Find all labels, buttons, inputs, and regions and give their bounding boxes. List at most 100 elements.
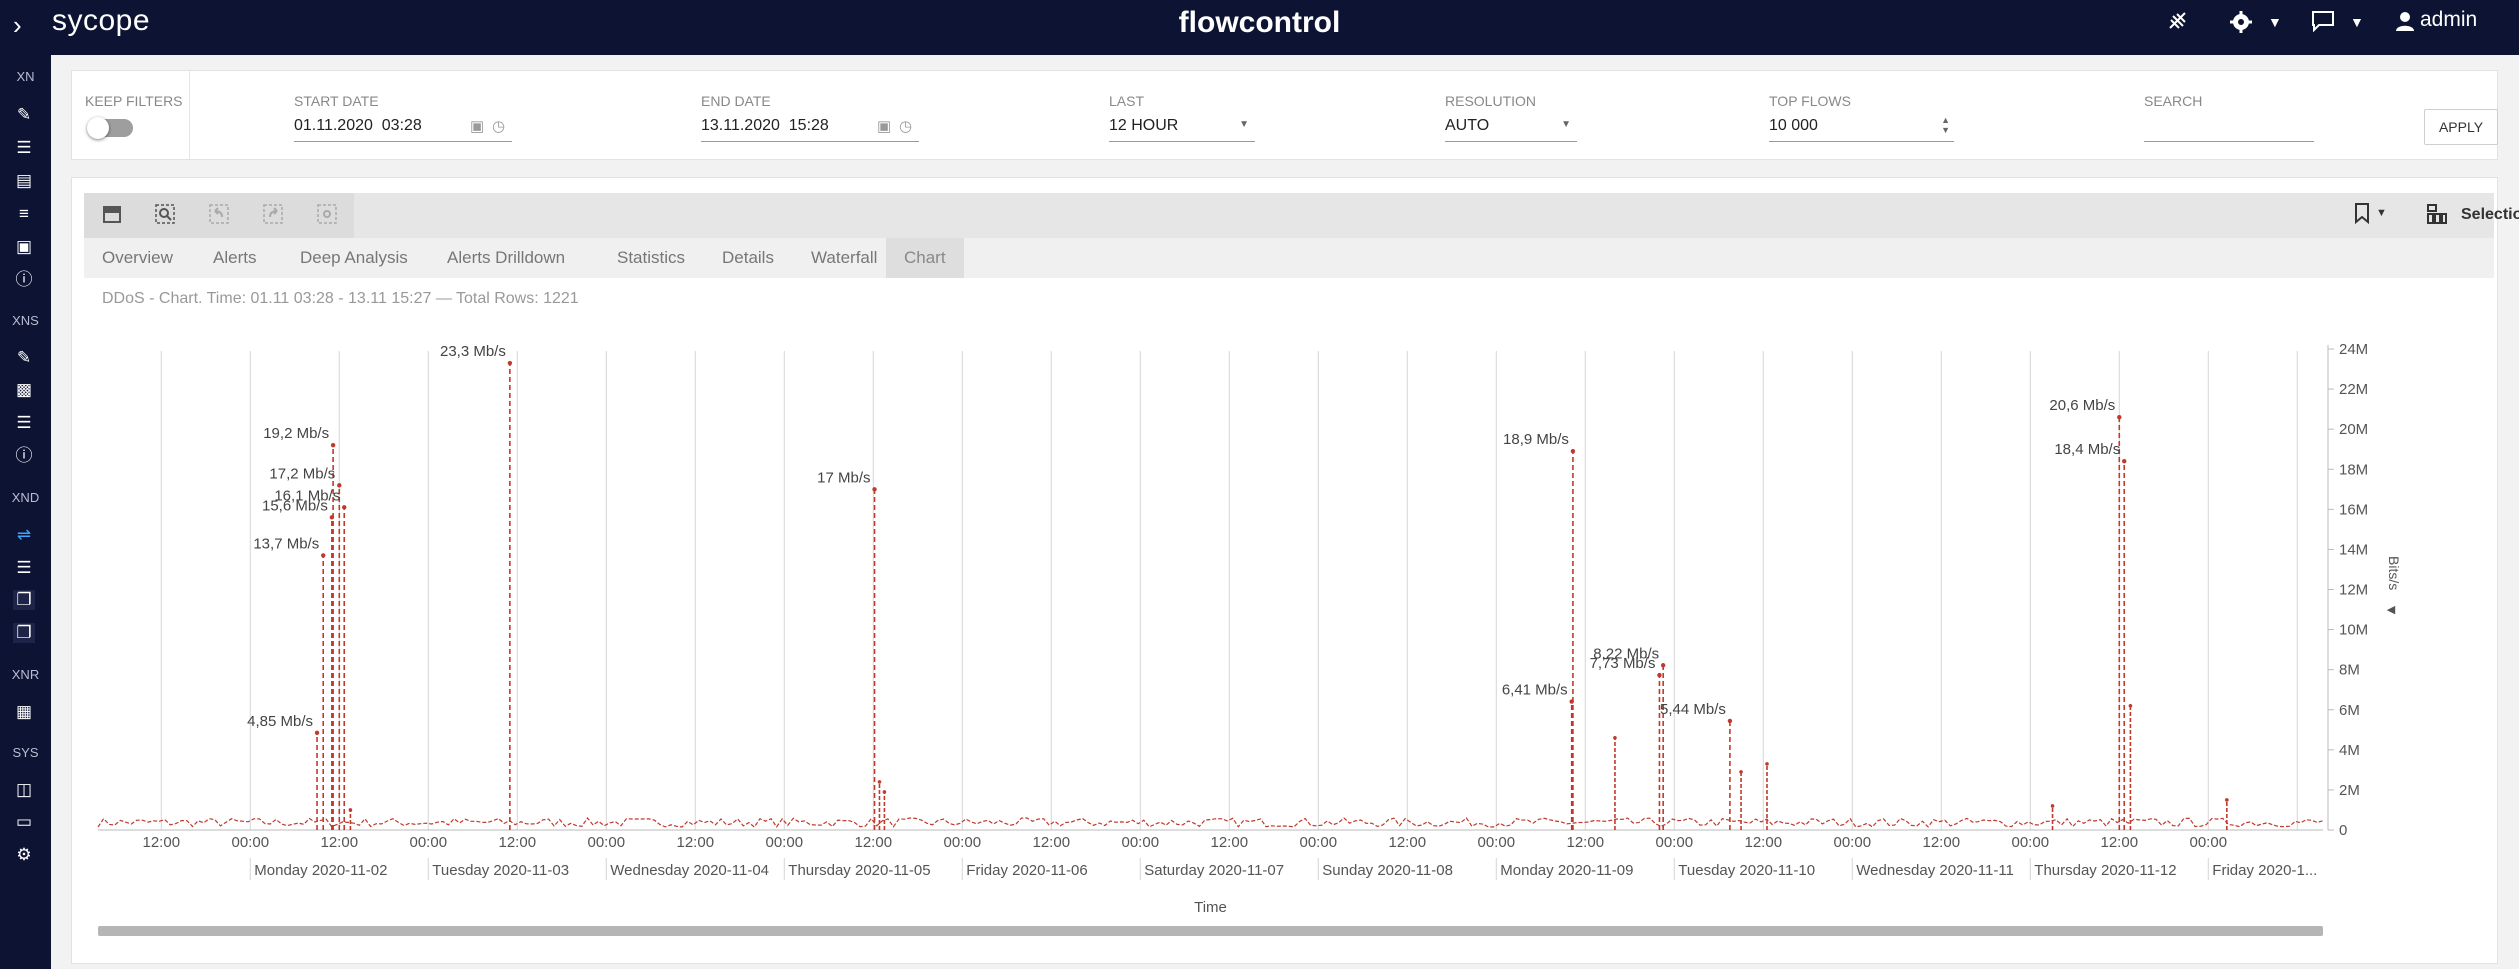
y-axis-title: Bits/s	[2386, 556, 2402, 590]
list-icon[interactable]: ☰	[13, 138, 35, 158]
x-tick-label: 00:00	[232, 834, 270, 851]
data-point	[2128, 703, 2133, 708]
data-label: 16,1 Mb/s	[274, 487, 340, 504]
y-tick-label: 12M	[2339, 582, 2368, 599]
expand-sidebar-icon[interactable]: ›	[13, 10, 22, 41]
data-point	[2225, 798, 2229, 802]
day-label: Sunday 2020-11-08	[1322, 862, 1453, 879]
keep-filters-toggle[interactable]	[87, 117, 133, 139]
collapse-axis-icon: ◀	[2387, 604, 2396, 616]
data-point	[2122, 459, 2127, 464]
end-date-field[interactable]: 13.11.2020 15:28 ▣ ◷	[701, 117, 919, 142]
x-tick-label: 12:00	[321, 834, 359, 851]
info-icon[interactable]: ⓘ	[13, 270, 35, 290]
last-select[interactable]: 12 HOUR ▼	[1109, 117, 1255, 142]
resolution-select[interactable]: AUTO ▼	[1445, 117, 1577, 142]
data-point	[1727, 718, 1733, 724]
x-tick-label: 12:00	[1211, 834, 1249, 851]
menu-icon[interactable]: ≡	[13, 204, 35, 224]
stack-icon[interactable]: ▤	[13, 171, 35, 191]
antenna-off-icon[interactable]	[2167, 10, 2189, 38]
divider	[189, 71, 190, 159]
search-input[interactable]	[2144, 117, 2314, 142]
flow-icon[interactable]: ⇌	[13, 525, 35, 545]
app-logo[interactable]: sycope	[52, 4, 150, 38]
x-tick-label: 12:00	[1567, 834, 1605, 851]
series-line-baseline	[97, 816, 2324, 828]
edit-icon[interactable]: ✎	[13, 105, 35, 125]
x-tick-label: 12:00	[499, 834, 537, 851]
data-point	[2117, 414, 2122, 420]
chevron-down-icon[interactable]: ▼	[2350, 14, 2364, 30]
resolution-value: AUTO	[1445, 117, 1490, 134]
day-label: Friday 2020-11-06	[966, 862, 1087, 879]
chat-icon[interactable]	[2311, 10, 2335, 38]
data-label: 17,2 Mb/s	[269, 465, 335, 482]
monitor-icon[interactable]: ▭	[13, 812, 35, 832]
top-flows-value: 10 000	[1769, 117, 1818, 134]
calendar-icon[interactable]: ▣	[13, 237, 35, 257]
data-point	[882, 790, 887, 794]
y-tick-label: 14M	[2339, 541, 2368, 558]
x-tick-label: 12:00	[1389, 834, 1427, 851]
cards-icon[interactable]: ❐	[13, 623, 35, 643]
app-title: flowcontrol	[1178, 6, 1341, 39]
day-label: Tuesday 2020-11-10	[1678, 862, 1815, 879]
cards-icon[interactable]: ❐	[13, 590, 35, 610]
x-tick-label: 00:00	[2190, 834, 2228, 851]
y-tick-label: 8M	[2339, 662, 2360, 679]
day-label: Monday 2020-11-02	[254, 862, 387, 879]
chevron-down-icon: ▼	[1561, 119, 1571, 130]
data-label: 4,85 Mb/s	[247, 713, 313, 730]
data-point	[877, 780, 882, 784]
grid-icon[interactable]: ▦	[13, 702, 35, 722]
data-label: 13,7 Mb/s	[253, 535, 319, 552]
apply-button[interactable]: APPLY	[2424, 109, 2498, 145]
last-label: LAST	[1109, 93, 1145, 109]
top-flows-label: TOP FLOWS	[1769, 93, 1851, 109]
edit-icon[interactable]: ✎	[13, 348, 35, 368]
data-point	[314, 730, 320, 735]
data-point	[1660, 663, 1666, 668]
chevron-down-icon[interactable]: ▼	[2268, 14, 2282, 30]
stepper-arrows-icon[interactable]: ▲ ▼	[1941, 115, 1950, 135]
y-tick-label: 22M	[2339, 381, 2368, 398]
top-flows-stepper[interactable]: 10 000 ▲ ▼	[1769, 115, 1954, 142]
image-icon[interactable]: ▩	[13, 380, 35, 400]
user-name[interactable]: admin	[2420, 8, 2477, 32]
settings-circle-icon[interactable]: ⚙	[13, 845, 35, 865]
sidebar-section-xnd: XND	[11, 490, 40, 505]
calendar-icon[interactable]: ▣	[877, 117, 891, 135]
horizontal-scrollbar	[98, 926, 2323, 936]
chevron-down-icon: ▼	[1239, 119, 1249, 130]
x-tick-label: 12:00	[677, 834, 715, 851]
y-tick-label: 16M	[2339, 501, 2368, 518]
x-tick-label: 00:00	[410, 834, 448, 851]
gear-icon[interactable]	[2229, 10, 2253, 40]
x-tick-label: 12:00	[1033, 834, 1071, 851]
data-point	[1739, 770, 1743, 774]
x-axis-title: Time	[1194, 899, 1227, 916]
y-tick-label: 18M	[2339, 461, 2368, 478]
sidebar-section-xns: XNS	[12, 313, 39, 328]
list-icon[interactable]: ☰	[13, 413, 35, 433]
data-point	[330, 443, 336, 448]
data-label: 18,4 Mb/s	[2054, 441, 2120, 458]
start-date-field[interactable]: 01.11.2020 03:28 ▣ ◷	[294, 117, 512, 142]
sidebar: XN ✎ ☰ ▤ ≡ ▣ ⓘ XNS ✎ ▩ ☰ ⓘ XND ⇌ ☰ ❐ ❐ X…	[0, 55, 51, 969]
info-icon[interactable]: ⓘ	[13, 446, 35, 466]
calendar-icon[interactable]: ▣	[470, 117, 484, 135]
start-date-value: 01.11.2020 03:28	[294, 117, 422, 134]
search-label: SEARCH	[2144, 93, 2203, 109]
traffic-chart[interactable]: 12:00 00:00 12:00 00:00 12:00 00:00 12:00 00:00…	[72, 178, 2497, 963]
day-label: Friday 2020-1...	[2212, 862, 2317, 879]
clock-icon[interactable]: ◷	[899, 117, 912, 135]
data-point	[342, 505, 347, 510]
list-icon[interactable]: ☰	[13, 558, 35, 578]
y-tick-label: 6M	[2339, 702, 2360, 719]
user-icon[interactable]	[2395, 10, 2415, 38]
y-tick-label: 20M	[2339, 421, 2368, 438]
top-bar: › sycope flowcontrol ▼ ▼ admin	[0, 0, 2519, 55]
layout-icon[interactable]: ◫	[13, 780, 35, 800]
clock-icon[interactable]: ◷	[492, 117, 505, 135]
